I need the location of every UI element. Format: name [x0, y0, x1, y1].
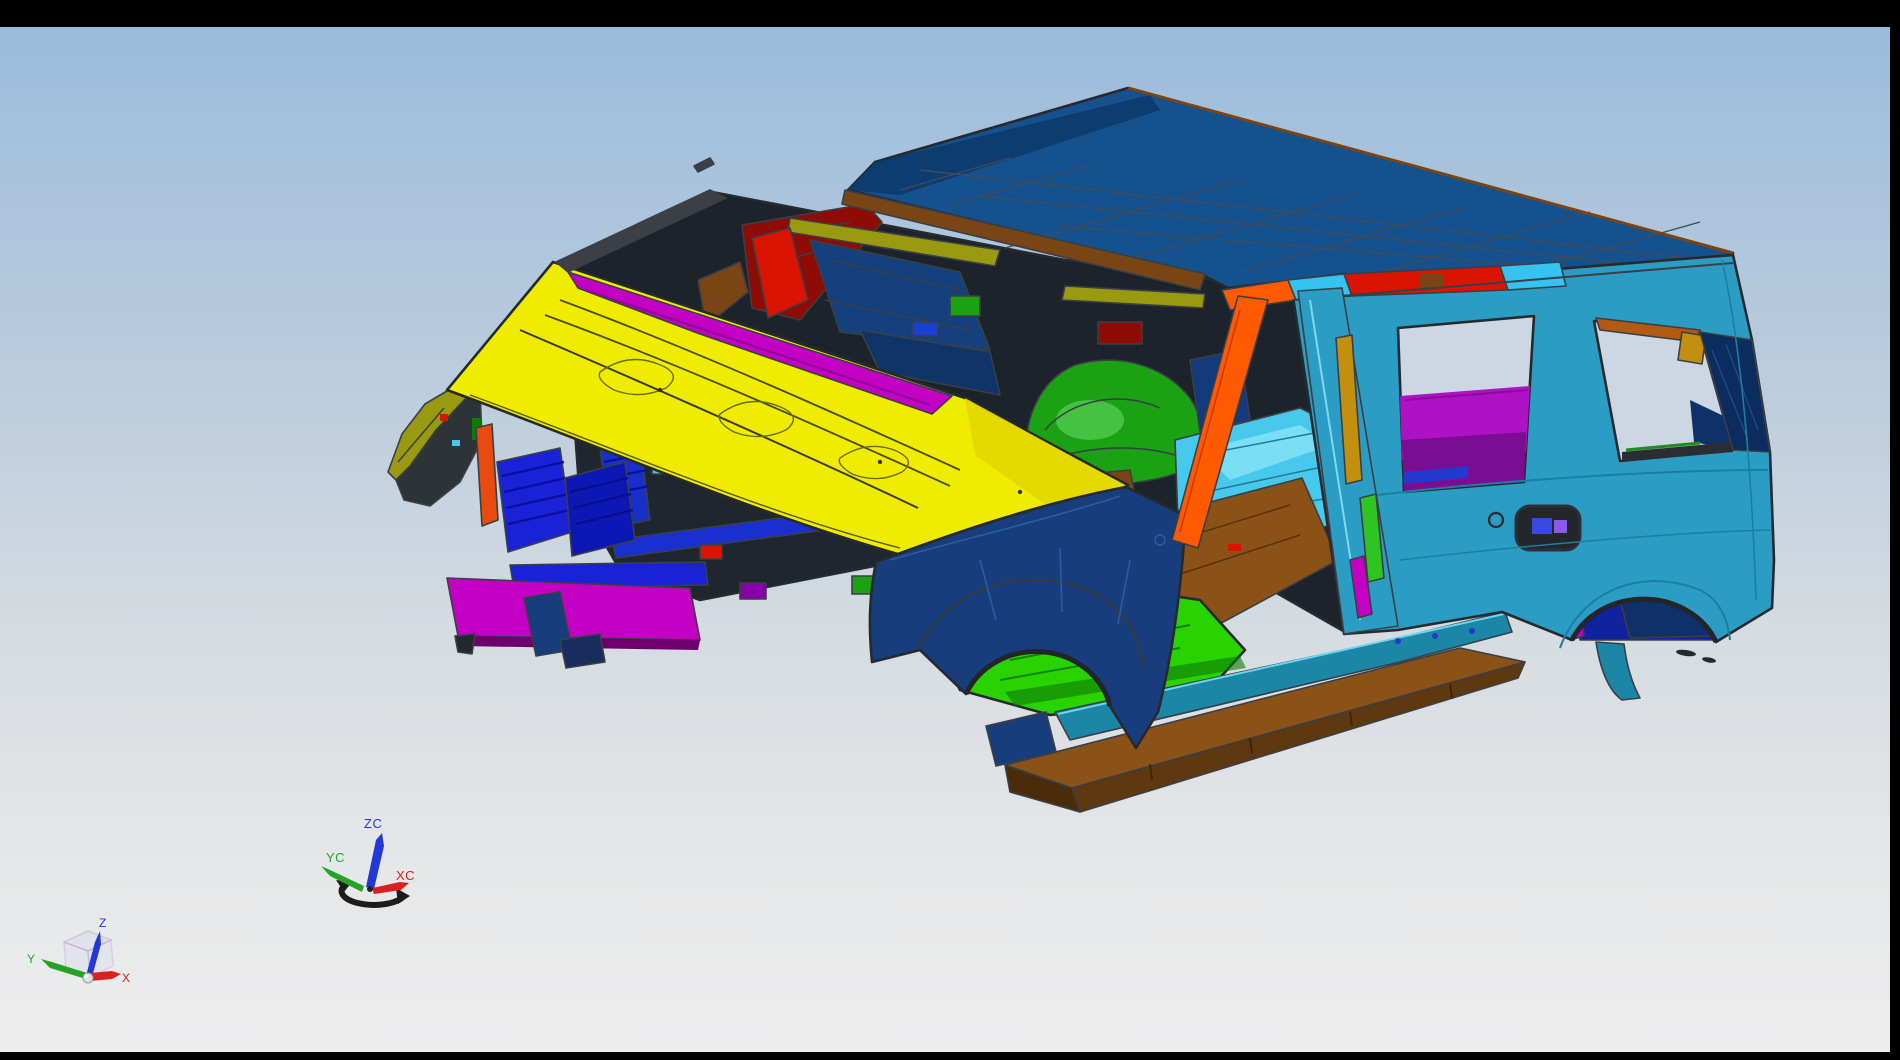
- datum-z-label: Z: [99, 916, 106, 930]
- wcs-z-label: ZC: [364, 816, 382, 831]
- cad-application-window: ZC YC XC Z Y X: [0, 0, 1900, 1060]
- datum-y-label: Y: [27, 952, 35, 966]
- datum-origin-sphere[interactable]: [83, 973, 93, 983]
- frame-top-bar: [0, 0, 1900, 27]
- wcs-x-label: XC: [396, 868, 415, 883]
- rear-door-window: [1398, 316, 1534, 492]
- viewport-3d[interactable]: ZC YC XC Z Y X: [0, 0, 1900, 1060]
- bumper-beam[interactable]: [447, 578, 700, 640]
- datum-x-label: X: [122, 971, 130, 985]
- wcs-y-label: YC: [326, 850, 345, 865]
- frame-right-bar: [1890, 0, 1900, 1060]
- wcs-origin[interactable]: [367, 886, 373, 892]
- frame-bottom-bar: [0, 1052, 1900, 1060]
